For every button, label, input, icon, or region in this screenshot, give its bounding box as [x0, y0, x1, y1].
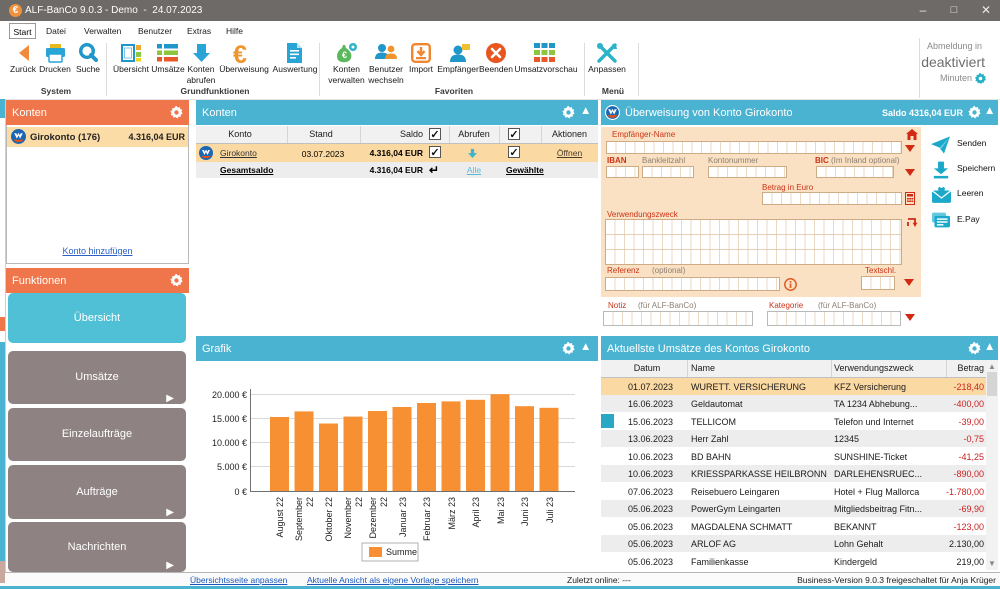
svg-text:Januar 23: Januar 23	[398, 497, 408, 537]
svg-text:November: November	[343, 497, 353, 539]
svg-text:Dezember: Dezember	[368, 497, 378, 539]
svg-text:5.000 €: 5.000 €	[217, 462, 247, 472]
svg-text:Juli 23: Juli 23	[545, 497, 555, 523]
svg-text:0 €: 0 €	[234, 487, 247, 497]
svg-text:€: €	[342, 50, 347, 60]
svg-text:März 23: März 23	[447, 497, 457, 530]
svg-text:22: 22	[305, 497, 315, 507]
svg-text:Juni 23: Juni 23	[520, 497, 530, 526]
svg-text:20.000 €: 20.000 €	[212, 390, 247, 400]
svg-text:22: 22	[354, 497, 364, 507]
svg-text:August 22: August 22	[275, 497, 285, 538]
svg-text:April 23: April 23	[471, 497, 481, 528]
svg-text:15.000 €: 15.000 €	[212, 414, 247, 424]
svg-text:22: 22	[379, 497, 389, 507]
svg-text:Mai 23: Mai 23	[496, 497, 506, 524]
svg-text:Oktober 22: Oktober 22	[324, 497, 334, 542]
svg-text:10.000 €: 10.000 €	[212, 438, 247, 448]
svg-text:September: September	[294, 497, 304, 541]
svg-text:Februar 23: Februar 23	[422, 497, 432, 541]
svg-text:Summe: Summe	[386, 547, 417, 557]
